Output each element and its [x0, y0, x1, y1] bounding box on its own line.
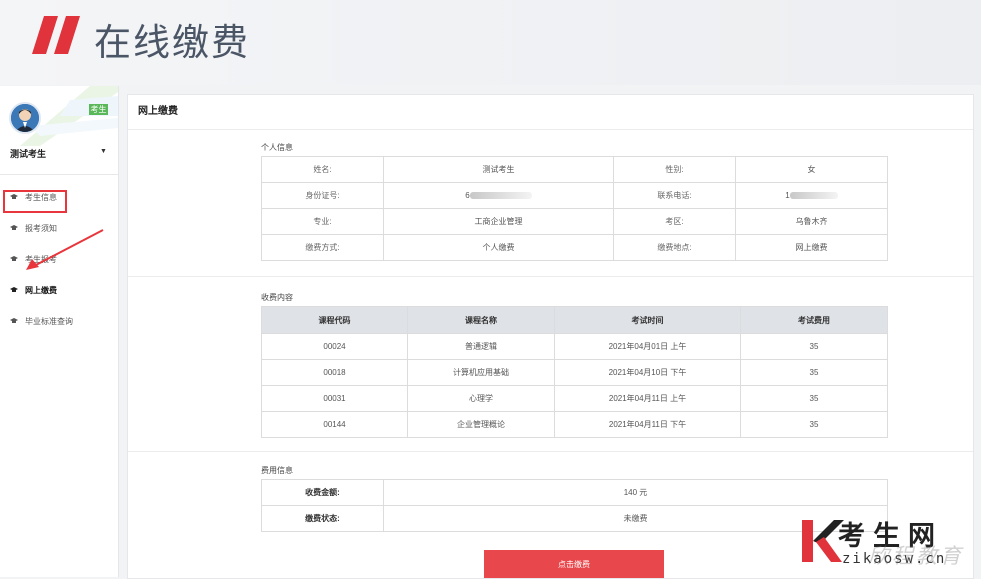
field-value: 工商企业管理: [383, 208, 614, 235]
user-name: 测试考生: [10, 149, 47, 159]
table-row: 身份证号: 6 联系电话: 1: [261, 182, 888, 209]
exam-fee: 35: [740, 359, 888, 386]
section-title: 个人信息: [261, 143, 293, 152]
column-header: 课程代码: [261, 306, 408, 334]
section-title: 费用信息: [261, 466, 293, 475]
graduation-cap-icon: [10, 256, 18, 261]
field-label: 缴费方式:: [261, 234, 384, 261]
fee-summary-section: 费用信息 收费金额: 140 元 缴费状态: 未缴费: [261, 465, 888, 532]
field-value: 测试考生: [383, 156, 614, 183]
pay-button[interactable]: 点击缴费: [484, 550, 664, 578]
personal-info-table: 姓名: 测试考生 性别: 女 身份证号: 6 联系电话: 1 专业: 工商企业管…: [261, 156, 888, 261]
highlight-box: [3, 190, 67, 213]
table-row: 缴费方式: 个人缴费 缴费地点: 网上缴费: [261, 234, 888, 261]
table-row: 00024 普通逻辑 2021年04月01日 上午 35: [261, 333, 888, 360]
field-value: 女: [735, 156, 888, 183]
field-label: 缴费地点:: [613, 234, 736, 261]
section-title: 收费内容: [261, 293, 293, 302]
field-value: 乌鲁木齐: [735, 208, 888, 235]
fee-summary-table: 收费金额: 140 元 缴费状态: 未缴费: [261, 479, 888, 532]
amount-label: 收费金额:: [261, 479, 384, 506]
redacted-blur: [789, 192, 838, 200]
logo-slash-icon: [32, 16, 80, 54]
course-name: 普通逻辑: [407, 333, 555, 360]
field-label: 联系电话:: [613, 182, 736, 209]
exam-time: 2021年04月11日 下午: [554, 411, 741, 438]
table-row: 缴费状态: 未缴费: [261, 505, 888, 532]
field-label: 身份证号:: [261, 182, 384, 209]
graduation-cap-icon: [10, 225, 18, 230]
column-header: 课程名称: [407, 306, 555, 334]
page-title: 在线缴费: [94, 21, 250, 64]
panel-title: 网上缴费: [128, 95, 973, 130]
avatar: [9, 102, 41, 134]
table-row: 00144 企业管理概论 2021年04月11日 下午 35: [261, 411, 888, 438]
table-header-row: 课程代码 课程名称 考试时间 考试费用: [261, 306, 888, 334]
course-code: 00144: [261, 411, 408, 438]
fee-content-section: 收费内容 课程代码 课程名称 考试时间 考试费用 00024 普通逻辑 2021…: [261, 292, 888, 438]
watermark-ghost-text: 欣程教育: [868, 544, 964, 568]
graduation-cap-icon: [10, 318, 18, 323]
sidebar-item-graduation-query[interactable]: 毕业标准查询: [0, 306, 118, 337]
user-avatar-icon: [11, 104, 39, 132]
payment-status: 未缴费: [383, 505, 888, 532]
table-row: 专业: 工商企业管理 考区: 乌鲁木齐: [261, 208, 888, 235]
annotation-arrow-icon: [26, 229, 104, 270]
field-label: 姓名:: [261, 156, 384, 183]
exam-time: 2021年04月01日 上午: [554, 333, 741, 360]
amount-value: 140 元: [383, 479, 888, 506]
graduation-cap-icon: [10, 287, 18, 292]
exam-fee: 35: [740, 385, 888, 412]
divider: [128, 276, 973, 277]
field-label: 专业:: [261, 208, 384, 235]
column-header: 考试时间: [554, 306, 741, 334]
role-badge: 考生: [89, 104, 108, 115]
exam-fee: 35: [740, 411, 888, 438]
divider: [128, 451, 973, 452]
main-panel: 网上缴费 个人信息 姓名: 测试考生 性别: 女 身份证号: 6 联系电话: 1…: [127, 94, 974, 579]
course-name: 心理学: [407, 385, 555, 412]
redacted-blur: [469, 192, 532, 200]
sidebar-item-label: 网上缴费: [25, 286, 57, 295]
exam-time: 2021年04月11日 上午: [554, 385, 741, 412]
field-value: 网上缴费: [735, 234, 888, 261]
course-code: 00031: [261, 385, 408, 412]
profile-card: 考生 测试考生 ▼: [0, 86, 118, 175]
course-name: 企业管理概论: [407, 411, 555, 438]
phone-field: 1: [735, 182, 888, 209]
sidebar-item-label: 毕业标准查询: [25, 317, 73, 326]
table-row: 00031 心理学 2021年04月11日 上午 35: [261, 385, 888, 412]
course-code: 00024: [261, 333, 408, 360]
course-code: 00018: [261, 359, 408, 386]
column-header: 考试费用: [740, 306, 888, 334]
table-row: 姓名: 测试考生 性别: 女: [261, 156, 888, 183]
id-number-field: 6: [383, 182, 614, 209]
exam-time: 2021年04月10日 下午: [554, 359, 741, 386]
status-label: 缴费状态:: [261, 505, 384, 532]
table-row: 00018 计算机应用基础 2021年04月10日 下午 35: [261, 359, 888, 386]
fee-table: 课程代码 课程名称 考试时间 考试费用 00024 普通逻辑 2021年04月0…: [261, 306, 888, 438]
field-label: 性别:: [613, 156, 736, 183]
page-header: 在线缴费: [0, 0, 981, 85]
table-row: 收费金额: 140 元: [261, 479, 888, 506]
sidebar-item-online-payment[interactable]: 网上缴费: [0, 275, 118, 306]
field-value: 个人缴费: [383, 234, 614, 261]
sidebar: 考生 测试考生 ▼ 考生信息 报考须知 考生报考 网上缴费 毕业标准查询: [0, 86, 119, 577]
user-menu-dropdown-icon[interactable]: ▼: [100, 148, 107, 155]
course-name: 计算机应用基础: [407, 359, 555, 386]
field-label: 考区:: [613, 208, 736, 235]
exam-fee: 35: [740, 333, 888, 360]
personal-info-section: 个人信息 姓名: 测试考生 性别: 女 身份证号: 6 联系电话: 1 专业: …: [261, 142, 888, 261]
